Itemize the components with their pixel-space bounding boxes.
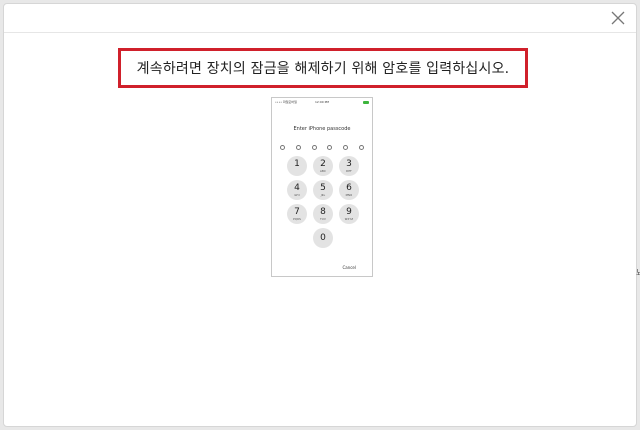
passcode-dot bbox=[295, 145, 301, 150]
phone-status-bar: •••• 파일모바일 12:00 PM bbox=[275, 100, 369, 106]
instruction-text: 계속하려면 장치의 잠금을 해제하기 위해 암호를 입력하십시오. bbox=[136, 61, 510, 77]
passcode-dot bbox=[343, 145, 349, 150]
phone-passcode-illustration: •••• 파일모바일 12:00 PM Enter iPhone passcod… bbox=[271, 97, 373, 277]
cancel-label: Cancel bbox=[342, 265, 356, 270]
close-icon[interactable] bbox=[610, 10, 626, 26]
passcode-dot bbox=[280, 145, 286, 150]
passcode-dot bbox=[327, 145, 333, 150]
instruction-highlight-box: 계속하려면 장치의 잠금을 해제하기 위해 암호를 입력하십시오. bbox=[118, 48, 528, 88]
keypad-key-2: 2 ABC bbox=[313, 156, 333, 176]
passcode-dot bbox=[311, 145, 317, 150]
dialog-title-bar bbox=[4, 4, 636, 33]
keypad-key-6: 6 MNO bbox=[339, 180, 359, 200]
passcode-dots bbox=[272, 135, 372, 154]
edge-glyph: 뇨 bbox=[636, 268, 640, 277]
keypad-key-5: 5 JKL bbox=[313, 180, 333, 200]
passcode-dot bbox=[358, 145, 364, 150]
keypad-key-9: 9 WXYZ bbox=[339, 204, 359, 224]
keypad-key-7: 7 PQRS bbox=[287, 204, 307, 224]
keypad-key-0: 0 bbox=[313, 228, 333, 248]
passcode-prompt: Enter iPhone passcode bbox=[293, 126, 351, 132]
passcode-dialog: 계속하려면 장치의 잠금을 해제하기 위해 암호를 입력하십시오. •••• 파… bbox=[3, 3, 637, 427]
keypad-key-8: 8 TUV bbox=[313, 204, 333, 224]
keypad-key-3: 3 DEF bbox=[339, 156, 359, 176]
keypad-key-1: 1 bbox=[287, 156, 307, 176]
status-time: 12:00 PM bbox=[315, 100, 329, 104]
keypad-key-4: 4 GHI bbox=[287, 180, 307, 200]
battery-icon bbox=[363, 101, 369, 104]
